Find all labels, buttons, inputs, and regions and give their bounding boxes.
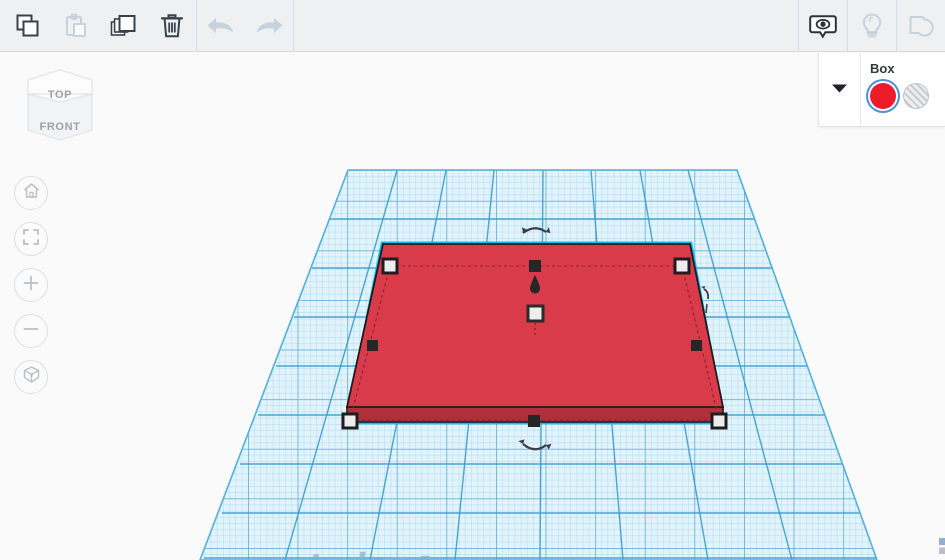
delete-button[interactable] [148,0,196,52]
scene-canvas[interactable]: Workplane [0,52,945,560]
toolbar-tools-group [799,0,945,52]
view-cube[interactable]: TOP FRONT [22,62,98,162]
zoom-in-button[interactable] [14,268,48,302]
hint-button[interactable] [848,0,896,52]
redo-arrow-icon [252,15,286,37]
home-view-button[interactable] [14,176,48,210]
fit-view-button[interactable] [14,222,48,256]
undo-arrow-icon [204,15,238,37]
cad-editor-window: Workplane [0,0,945,560]
lightbulb-icon [859,12,885,40]
redo-button[interactable] [245,0,293,52]
view-navigation-buttons [14,176,48,394]
projection-toggle-button[interactable] [14,360,48,394]
notes-button[interactable] [799,0,847,52]
panel-body: Box [861,53,945,126]
duplicate-button[interactable] [100,0,148,52]
corner-handle-bottom-right[interactable] [710,412,728,430]
edge-handle-top[interactable] [529,260,541,272]
viewport-edge-artifact [939,538,945,554]
edge-handle-left[interactable] [367,340,378,351]
corner-handle-top-left[interactable] [381,257,399,275]
edge-handle-bottom[interactable] [528,415,540,427]
toolbar-history-group [197,0,293,51]
plus-icon [22,274,40,297]
undo-button[interactable] [197,0,245,52]
paste-button[interactable] [52,0,100,52]
corner-handle-bottom-left[interactable] [341,412,359,430]
copy-button[interactable] [4,0,52,52]
corner-handle-top-right[interactable] [673,257,691,275]
paste-icon [63,13,89,39]
view-cube-top-label: TOP [47,89,73,101]
copy-icon [15,13,41,39]
box-object[interactable] [341,227,728,451]
ortho-cube-icon [22,365,41,389]
color-swatch-row [870,83,945,109]
view-cube-front-label: FRONT [39,121,81,133]
viewport-3d[interactable]: Workplane [0,52,945,560]
toolbar-edit-group [0,0,196,51]
shape-button[interactable] [897,0,945,52]
minus-icon [22,320,40,343]
edge-handle-right[interactable] [691,340,702,351]
zoom-out-button[interactable] [14,314,48,348]
shape-name-label: Box [870,61,895,76]
panel-collapse-button[interactable] [819,53,861,126]
duplicate-icon [110,13,138,39]
top-toolbar [0,0,945,52]
shape-tag-icon [907,13,935,39]
trash-icon [159,12,185,40]
home-icon [22,181,41,205]
chevron-down-icon [831,81,848,99]
color-swatch-hole[interactable] [903,83,929,109]
fit-frame-icon [22,228,40,251]
note-eye-icon [809,12,837,40]
shape-property-panel: Box [818,53,945,127]
color-swatch-solid[interactable] [870,83,896,109]
